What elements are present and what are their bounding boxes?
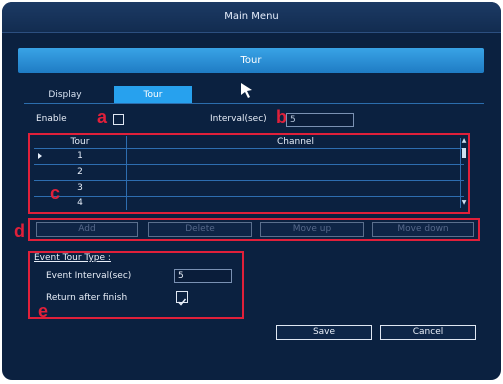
mouse-pointer-icon	[241, 83, 252, 98]
annotation-d: d	[14, 221, 25, 241]
main-menu-window: Main Menu Tour Display Tour Enable a Int…	[2, 2, 501, 380]
table-row[interactable]: 4	[34, 197, 464, 210]
scroll-thumb[interactable]	[462, 148, 466, 158]
scroll-down-icon[interactable]: ▼	[461, 200, 467, 206]
move-down-button[interactable]: Move down	[372, 222, 474, 237]
table-row[interactable]: 3	[34, 181, 464, 197]
annotation-c: c	[50, 183, 61, 203]
tour-number: 3	[77, 183, 83, 193]
cancel-button[interactable]: Cancel	[380, 325, 476, 340]
add-button[interactable]: Add	[36, 222, 138, 237]
interval-input[interactable]: 5	[286, 113, 354, 127]
window-title: Main Menu	[2, 2, 501, 33]
enable-label: Enable	[36, 114, 67, 124]
table-row[interactable]: 2	[34, 165, 464, 181]
enable-checkbox[interactable]	[113, 114, 124, 125]
event-interval-input[interactable]: 5	[174, 269, 232, 283]
column-header-channel: Channel	[277, 137, 314, 147]
annotation-e: e	[38, 301, 49, 321]
tour-number: 2	[77, 167, 83, 177]
scroll-up-icon[interactable]: ▲	[461, 138, 467, 144]
checkmark-icon	[177, 298, 187, 306]
table-row[interactable]: 1	[34, 149, 464, 165]
tab-display[interactable]: Display	[26, 86, 104, 104]
return-after-finish-label: Return after finish	[46, 293, 128, 303]
tour-number: 4	[77, 198, 83, 208]
tour-table: Tour Channel 1 2 3 4	[34, 136, 466, 210]
event-interval-label: Event Interval(sec)	[46, 271, 132, 281]
interval-label: Interval(sec)	[210, 114, 267, 124]
table-header: Tour Channel	[34, 136, 464, 149]
move-up-button[interactable]: Move up	[260, 222, 364, 237]
event-tour-type-title: Event Tour Type :	[34, 253, 111, 263]
tab-tour[interactable]: Tour	[114, 86, 192, 104]
tour-number: 1	[77, 151, 83, 161]
table-scrollbar[interactable]: ▲ ▼	[460, 138, 467, 208]
delete-button[interactable]: Delete	[148, 222, 252, 237]
tab-divider	[24, 103, 484, 104]
return-after-finish-checkbox[interactable]	[176, 291, 188, 306]
panel-title: Tour	[18, 48, 484, 73]
column-header-tour: Tour	[70, 137, 90, 147]
save-button[interactable]: Save	[276, 325, 372, 340]
annotation-a: a	[97, 107, 108, 127]
